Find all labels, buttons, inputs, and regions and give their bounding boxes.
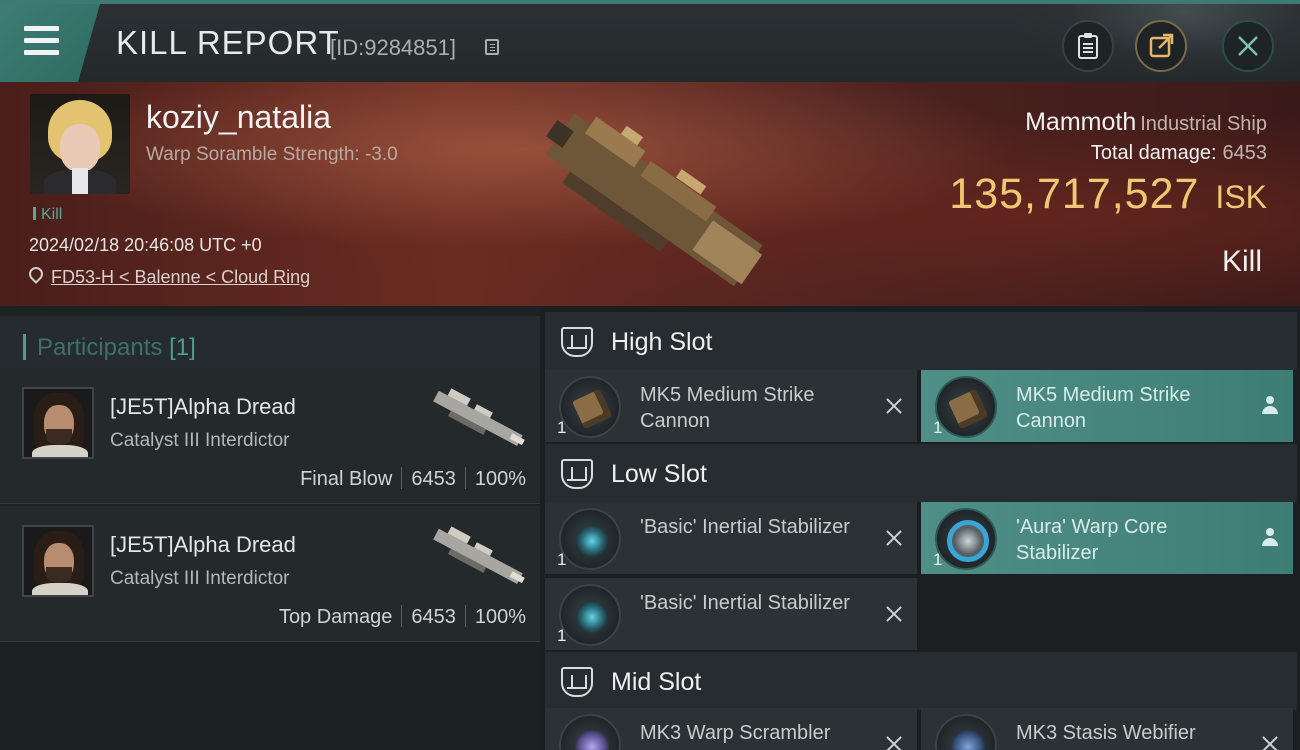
fitting-panel: High Slot 1 MK5 Medium Strike Cannon 1 M… xyxy=(541,306,1300,750)
participant-name[interactable]: [JE5T]Alpha Dread xyxy=(110,394,296,420)
ship-name-text[interactable]: Mammoth xyxy=(1025,108,1136,136)
participants-panel: Participants [1] [JE5T]Alpha Dread Catal… xyxy=(0,306,540,750)
item-name: MK3 Warp Scrambler xyxy=(640,722,831,744)
item-quantity: 1 xyxy=(933,418,943,437)
victim-portrait[interactable] xyxy=(30,94,130,194)
item-quantity: 1 xyxy=(557,550,567,569)
report-id: [ID:9284851] xyxy=(330,35,456,60)
location-pin-icon xyxy=(26,264,46,284)
participant-row[interactable]: [JE5T]Alpha Dread Catalyst III Interdict… xyxy=(0,506,540,642)
scrambler-icon xyxy=(559,714,621,750)
close-button[interactable] xyxy=(1222,20,1274,72)
item-quantity: 1 xyxy=(557,626,567,645)
fitted-item[interactable]: 1 MK5 Medium Strike Cannon xyxy=(921,370,1293,442)
participant-row[interactable]: [JE5T]Alpha Dread Catalyst III Interdict… xyxy=(0,368,540,504)
item-name: 'Basic' Inertial Stabilizer xyxy=(640,516,850,538)
menu-button[interactable] xyxy=(0,4,100,82)
participant-tag: Top Damage xyxy=(278,606,393,628)
destroyed-icon xyxy=(885,605,903,623)
isk-unit: ISK xyxy=(1215,179,1267,215)
top-bar: KILL REPORT [ID:9284851] xyxy=(0,0,1300,84)
mid-slot-icon xyxy=(561,667,593,697)
victim-ship-name: Mammoth Industrial Ship xyxy=(1025,108,1267,137)
fitted-item[interactable]: 1 'Basic' Inertial Stabilizer xyxy=(545,502,917,574)
participant-percent: 100% xyxy=(474,606,526,628)
participants-header: Participants [1] xyxy=(0,316,540,374)
participant-avatar[interactable] xyxy=(22,387,94,459)
cannon-icon xyxy=(935,376,997,438)
share-icon xyxy=(1149,33,1174,58)
mid-slot-label: Mid Slot xyxy=(611,668,702,696)
item-name: MK3 Stasis Webifier xyxy=(1016,722,1196,744)
participant-ship: Catalyst III Interdictor xyxy=(110,430,290,451)
destroyed-icon xyxy=(1261,735,1279,750)
high-slot-header: High Slot xyxy=(545,312,1297,370)
victim-banner: koziy_natalia Warp Soramble Strength: -3… xyxy=(0,82,1300,306)
participant-percent: 100% xyxy=(474,468,526,490)
item-name: 'Basic' Inertial Stabilizer xyxy=(640,592,850,614)
fitted-item[interactable]: 1 'Aura' Warp Core Stabilizer xyxy=(921,502,1293,574)
participant-stats: Top Damage 6453 100% xyxy=(279,605,526,629)
participant-avatar[interactable] xyxy=(22,525,94,597)
isk-value: 135,717,527 ISK xyxy=(949,170,1267,219)
participant-tag: Final Blow xyxy=(300,468,393,490)
low-slot-icon xyxy=(561,459,593,489)
hamburger-line xyxy=(24,38,59,43)
kill-badge: Kill xyxy=(33,206,62,224)
webifier-icon xyxy=(935,714,997,750)
total-damage-label: Total damage: xyxy=(1090,142,1217,164)
page-title: KILL REPORT xyxy=(116,24,340,61)
hamburger-line xyxy=(24,50,59,55)
item-name: MK5 Medium Strike Cannon xyxy=(640,384,815,432)
participant-damage: 6453 xyxy=(411,606,456,628)
hamburger-line xyxy=(24,26,59,31)
participants-count: [1] xyxy=(169,334,196,361)
participant-damage: 6453 xyxy=(411,468,456,490)
ship-class: Industrial Ship xyxy=(1140,113,1267,135)
fitted-item[interactable]: 1 'Basic' Inertial Stabilizer xyxy=(545,578,917,650)
share-button[interactable] xyxy=(1135,20,1187,72)
victim-name[interactable]: koziy_natalia xyxy=(146,99,331,136)
clipboard-icon xyxy=(1078,33,1098,59)
participant-stats: Final Blow 6453 100% xyxy=(300,467,526,491)
participant-name[interactable]: [JE5T]Alpha Dread xyxy=(110,532,296,558)
fitted-item[interactable]: 1 MK3 Stasis Webifier xyxy=(921,708,1293,750)
fitted-item[interactable]: 1 MK5 Medium Strike Cannon xyxy=(545,370,917,442)
participants-title: Participants [1] xyxy=(37,334,196,361)
copy-icon[interactable] xyxy=(485,39,499,55)
destroyed-icon xyxy=(885,397,903,415)
low-slot-header: Low Slot xyxy=(545,444,1297,502)
warp-scramble-strength: Warp Soramble Strength: -3.0 xyxy=(146,144,398,165)
participant-ship-image xyxy=(433,526,525,584)
cannon-icon xyxy=(559,376,621,438)
dropped-user-icon xyxy=(1261,528,1279,548)
fitted-item[interactable]: 1 MK3 Warp Scrambler xyxy=(545,708,917,750)
victim-ship-image xyxy=(545,113,763,287)
participant-ship: Catalyst III Interdictor xyxy=(110,568,290,589)
item-quantity: 1 xyxy=(557,418,567,437)
destroyed-icon xyxy=(885,529,903,547)
dropped-user-icon xyxy=(1261,396,1279,416)
isk-amount: 135,717,527 xyxy=(949,170,1200,218)
clipboard-button[interactable] xyxy=(1062,20,1114,72)
stabilizer-icon xyxy=(559,584,621,646)
item-name: MK5 Medium Strike Cannon xyxy=(1016,384,1191,432)
item-name: 'Aura' Warp Core Stabilizer xyxy=(1016,516,1168,564)
total-damage: Total damage: 6453 xyxy=(1091,142,1267,165)
participant-ship-image xyxy=(433,388,525,446)
high-slot-label: High Slot xyxy=(611,328,713,356)
low-slot-label: Low Slot xyxy=(611,460,707,488)
kill-timestamp: 2024/02/18 20:46:08 UTC +0 xyxy=(29,235,262,255)
close-icon xyxy=(1238,36,1258,56)
warp-core-icon xyxy=(935,508,997,570)
total-damage-value: 6453 xyxy=(1222,142,1268,164)
mid-slot-header: Mid Slot xyxy=(545,652,1297,710)
high-slot-icon xyxy=(561,327,593,357)
stabilizer-icon xyxy=(559,508,621,570)
report-result: Kill xyxy=(1221,245,1262,278)
item-quantity: 1 xyxy=(933,550,943,569)
kill-location-link[interactable]: FD53-H < Balenne < Cloud Ring xyxy=(51,267,310,288)
destroyed-icon xyxy=(885,735,903,750)
